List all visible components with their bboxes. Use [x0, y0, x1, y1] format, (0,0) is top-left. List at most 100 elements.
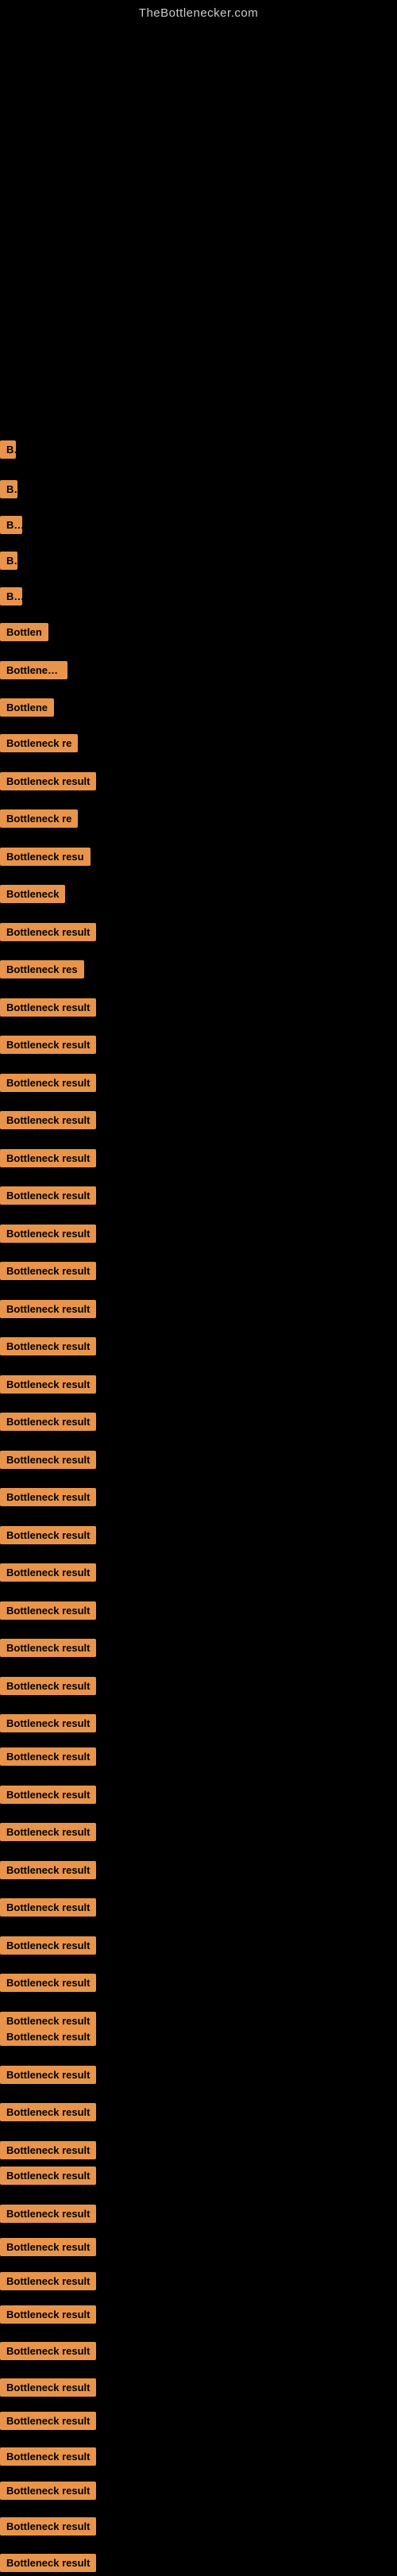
bottleneck-result-label-34: Bottleneck result	[0, 1677, 96, 1695]
result-item-50: Bottleneck result	[0, 2238, 96, 2260]
result-item-21: Bottleneck result	[0, 1186, 96, 1209]
result-item-41: Bottleneck result	[0, 1936, 96, 1959]
bottleneck-result-label-35: Bottleneck result	[0, 1714, 96, 1732]
result-item-37: Bottleneck result	[0, 1786, 96, 1808]
result-item-53: Bottleneck result	[0, 2342, 96, 2364]
result-item-59: Bottleneck result	[0, 2554, 96, 2576]
bottleneck-result-label-38: Bottleneck result	[0, 1823, 96, 1841]
result-item-10: Bottleneck result	[0, 772, 96, 794]
bottleneck-result-label-56: Bottleneck result	[0, 2447, 96, 2466]
result-item-1: Bottleneck result	[0, 440, 16, 463]
result-item-16: Bottleneck result	[0, 998, 96, 1021]
bottleneck-result-label-52: Bottleneck result	[0, 2305, 96, 2324]
bottleneck-result-label-20: Bottleneck result	[0, 1149, 96, 1167]
bottleneck-result-label-51: Bottleneck result	[0, 2272, 96, 2290]
bottleneck-result-label-25: Bottleneck result	[0, 1337, 96, 1355]
result-item-20: Bottleneck result	[0, 1149, 96, 1171]
bottleneck-result-label-12: Bottleneck resu	[0, 848, 91, 866]
bottleneck-result-label-5: Bo	[0, 587, 22, 606]
bottleneck-result-label-29: Bottleneck result	[0, 1488, 96, 1506]
bottleneck-result-label-19: Bottleneck result	[0, 1111, 96, 1129]
bottleneck-result-label-24: Bottleneck result	[0, 1300, 96, 1318]
bottleneck-result-label-50: Bottleneck result	[0, 2238, 96, 2256]
bottleneck-result-label-41: Bottleneck result	[0, 1936, 96, 1955]
bottleneck-result-label-26: Bottleneck result	[0, 1375, 96, 1394]
result-item-29: Bottleneck result	[0, 1488, 96, 1510]
result-item-35: Bottleneck result	[0, 1714, 96, 1736]
result-item-2: B	[0, 480, 17, 502]
result-item-45: Bottleneck result	[0, 2066, 96, 2088]
bottleneck-result-label-3: Bo	[0, 516, 22, 534]
bottleneck-result-label-8: Bottlene	[0, 698, 54, 717]
bottleneck-result-label-15: Bottleneck res	[0, 960, 84, 978]
bottleneck-result-label-18: Bottleneck result	[0, 1074, 96, 1092]
result-item-42: Bottleneck result	[0, 1974, 96, 1996]
bottleneck-result-label-58: Bottleneck result	[0, 2517, 96, 2536]
bottleneck-result-label-55: Bottleneck result	[0, 2412, 96, 2430]
bottleneck-result-label-30: Bottleneck result	[0, 1526, 96, 1544]
result-item-27: Bottleneck result	[0, 1413, 96, 1435]
result-item-46: Bottleneck result	[0, 2103, 96, 2125]
bottleneck-result-label-22: Bottleneck result	[0, 1225, 96, 1243]
bottleneck-result-label-10: Bottleneck result	[0, 772, 96, 790]
bottleneck-result-label-36: Bottleneck result	[0, 1747, 96, 1766]
result-item-15: Bottleneck res	[0, 960, 84, 982]
result-item-51: Bottleneck result	[0, 2272, 96, 2294]
bottleneck-result-label-37: Bottleneck result	[0, 1786, 96, 1804]
bottleneck-result-label-21: Bottleneck result	[0, 1186, 96, 1205]
result-item-48: Bottleneck result	[0, 2167, 96, 2189]
bottleneck-result-label-49: Bottleneck result	[0, 2205, 96, 2223]
bottleneck-result-label-45: Bottleneck result	[0, 2066, 96, 2084]
bottleneck-result-label-9: Bottleneck re	[0, 734, 78, 752]
result-item-22: Bottleneck result	[0, 1225, 96, 1247]
bottleneck-result-label-39: Bottleneck result	[0, 1861, 96, 1879]
bottleneck-result-label-47: Bottleneck result	[0, 2141, 96, 2159]
result-item-13: Bottleneck	[0, 885, 65, 907]
result-item-17: Bottleneck result	[0, 1036, 96, 1058]
result-item-57: Bottleneck result	[0, 2482, 96, 2504]
bottleneck-result-label-28: Bottleneck result	[0, 1451, 96, 1469]
bottleneck-result-label-53: Bottleneck result	[0, 2342, 96, 2360]
result-item-39: Bottleneck result	[0, 1861, 96, 1883]
result-item-6: Bottlen	[0, 623, 48, 645]
bottleneck-result-label-40: Bottleneck result	[0, 1898, 96, 1917]
bottleneck-result-label-6: Bottlen	[0, 623, 48, 641]
result-item-34: Bottleneck result	[0, 1677, 96, 1699]
bottleneck-result-label-59: Bottleneck result	[0, 2554, 96, 2572]
result-item-56: Bottleneck result	[0, 2447, 96, 2470]
bottleneck-result-label-57: Bottleneck result	[0, 2482, 96, 2500]
bottleneck-result-label-2: B	[0, 480, 17, 498]
bottleneck-result-label-31: Bottleneck result	[0, 1563, 96, 1582]
bottleneck-result-label-13: Bottleneck	[0, 885, 65, 903]
bottleneck-result-label-14: Bottleneck result	[0, 923, 96, 941]
result-item-54: Bottleneck result	[0, 2378, 96, 2401]
bottleneck-result-label-33: Bottleneck result	[0, 1639, 96, 1657]
bottleneck-result-label-32: Bottleneck result	[0, 1601, 96, 1620]
bottleneck-result-label-42: Bottleneck result	[0, 1974, 96, 1992]
result-item-11: Bottleneck re	[0, 809, 78, 832]
result-item-19: Bottleneck result	[0, 1111, 96, 1133]
result-item-7: Bottleneck r	[0, 661, 67, 683]
result-item-28: Bottleneck result	[0, 1451, 96, 1473]
result-item-36: Bottleneck result	[0, 1747, 96, 1770]
site-title: TheBottlenecker.com	[0, 0, 397, 20]
bottleneck-result-label-44: Bottleneck result	[0, 2028, 96, 2046]
result-item-58: Bottleneck result	[0, 2517, 96, 2539]
result-item-33: Bottleneck result	[0, 1639, 96, 1661]
bottleneck-result-label-1: Bottleneck result	[0, 440, 16, 459]
bottleneck-result-label-7: Bottleneck r	[0, 661, 67, 679]
result-item-12: Bottleneck resu	[0, 848, 91, 870]
bottleneck-result-label-54: Bottleneck result	[0, 2378, 96, 2397]
bottleneck-result-label-27: Bottleneck result	[0, 1413, 96, 1431]
result-item-14: Bottleneck result	[0, 923, 96, 945]
result-item-55: Bottleneck result	[0, 2412, 96, 2434]
result-item-38: Bottleneck result	[0, 1823, 96, 1845]
result-item-40: Bottleneck result	[0, 1898, 96, 1920]
result-item-18: Bottleneck result	[0, 1074, 96, 1096]
result-item-49: Bottleneck result	[0, 2205, 96, 2227]
result-item-9: Bottleneck re	[0, 734, 78, 756]
bottleneck-result-label-48: Bottleneck result	[0, 2167, 96, 2185]
result-item-5: Bo	[0, 587, 22, 609]
result-item-3: Bo	[0, 516, 22, 538]
result-item-32: Bottleneck result	[0, 1601, 96, 1624]
